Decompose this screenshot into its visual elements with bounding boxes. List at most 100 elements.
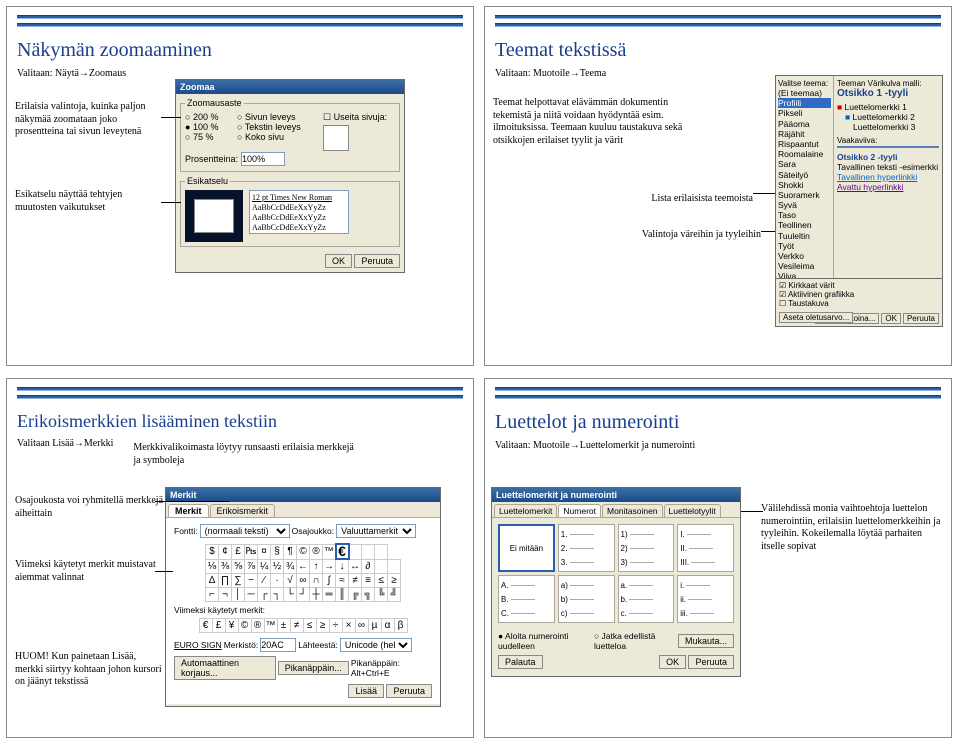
symbol-cell[interactable]: [375, 544, 388, 559]
from-select[interactable]: Unicode (heksa): [340, 638, 412, 652]
btn-customize[interactable]: Mukauta...: [678, 634, 734, 648]
numbering-cell[interactable]: I. II. III.: [677, 524, 734, 572]
symbol-cell[interactable]: ┼: [310, 588, 323, 602]
symbol-cell[interactable]: ←: [297, 559, 310, 574]
symbol-cell[interactable]: ¢: [219, 544, 232, 559]
symbol-cell[interactable]: ®: [310, 544, 323, 559]
theme-item[interactable]: Shokki: [778, 180, 831, 190]
symbol-cell[interactable]: ┘: [297, 588, 310, 602]
cancel-button[interactable]: Peruuta: [688, 655, 734, 669]
subset-select[interactable]: Valuuttamerkit: [336, 524, 416, 538]
zoom-page-width[interactable]: Sivun leveys: [237, 112, 317, 122]
symbol-cell[interactable]: ∕: [258, 574, 271, 588]
symbol-cell[interactable]: ↑: [310, 559, 323, 574]
numbering-cell[interactable]: A. B. C.: [498, 575, 555, 623]
recent-symbol-cell[interactable]: β: [394, 619, 407, 633]
symbol-cell[interactable]: €: [336, 544, 349, 559]
recent-symbol-cell[interactable]: ¥: [225, 619, 238, 633]
symbol-cell[interactable]: ═: [323, 588, 336, 602]
recent-symbol-cell[interactable]: ÷: [329, 619, 342, 633]
theme-item[interactable]: Syvä: [778, 200, 831, 210]
symbol-cell[interactable]: [362, 544, 375, 559]
symbol-cell[interactable]: ⅞: [245, 559, 258, 574]
btn-autocorrect[interactable]: Automaattinen korjaus...: [174, 656, 276, 680]
symbol-cell[interactable]: §: [271, 544, 284, 559]
theme-item[interactable]: Rispaantut: [778, 139, 831, 149]
symbol-cell[interactable]: ╝: [388, 588, 401, 602]
theme-item[interactable]: Verkko: [778, 251, 831, 261]
numbering-cell[interactable]: a) b) c): [558, 575, 615, 623]
symbol-cell[interactable]: ∩: [310, 574, 323, 588]
symbol-cell[interactable]: ║: [336, 588, 349, 602]
theme-item[interactable]: Profiili: [778, 98, 831, 108]
theme-item[interactable]: Teollinen: [778, 220, 831, 230]
symbol-cell[interactable]: ⅜: [219, 559, 232, 574]
symbol-cell[interactable]: [349, 544, 362, 559]
zoom-200[interactable]: 200 %: [185, 112, 231, 122]
theme-item[interactable]: Roomalaine: [778, 149, 831, 159]
recent-symbol-cell[interactable]: ×: [342, 619, 355, 633]
tab-symbols[interactable]: Merkit: [168, 504, 209, 517]
symbol-cell[interactable]: ┌: [258, 588, 271, 602]
symbol-cell[interactable]: ¼: [258, 559, 271, 574]
opt-restart[interactable]: Aloita numerointi uudelleen: [498, 631, 568, 651]
percent-input[interactable]: [241, 152, 285, 166]
theme-item[interactable]: Suoramerk: [778, 190, 831, 200]
symbol-cell[interactable]: ½: [271, 559, 284, 574]
symbol-cell[interactable]: ─: [245, 588, 258, 602]
symbol-cell[interactable]: ╚: [375, 588, 388, 602]
symbol-cell[interactable]: →: [323, 559, 336, 574]
numbering-cell[interactable]: 1) 2) 3): [618, 524, 675, 572]
symbol-cell[interactable]: └: [284, 588, 297, 602]
symbol-cell[interactable]: ⅝: [232, 559, 245, 574]
theme-item[interactable]: Pikseli: [778, 108, 831, 118]
theme-item[interactable]: Sara: [778, 159, 831, 169]
theme-item[interactable]: Räjähit: [778, 129, 831, 139]
symbol-grid[interactable]: $¢£₧¤§¶©®™€⅛⅜⅝⅞¼½¾←↑→↓↔∂∆∏∑−∕·√∞∩∫≈≠≡≤≥⌐…: [205, 543, 401, 602]
symbol-cell[interactable]: ₧: [245, 544, 258, 559]
ok-button[interactable]: OK: [881, 313, 901, 324]
btn-reset[interactable]: Palauta: [498, 655, 543, 669]
symbol-cell[interactable]: ∞: [297, 574, 310, 588]
recent-symbol-cell[interactable]: ™: [264, 619, 277, 633]
theme-item[interactable]: Säteilyö: [778, 170, 831, 180]
recent-symbol-cell[interactable]: £: [212, 619, 225, 633]
symbol-cell[interactable]: −: [245, 574, 258, 588]
zoom-whole-page[interactable]: Koko sivu: [237, 132, 317, 142]
theme-item[interactable]: Tuuleltin: [778, 231, 831, 241]
symbol-cell[interactable]: ∂: [362, 559, 375, 574]
theme-item[interactable]: Vesileima: [778, 261, 831, 271]
symbol-cell[interactable]: ∏: [219, 574, 232, 588]
chk-background[interactable]: Taustakuva: [779, 299, 939, 308]
tab-numbers[interactable]: Numerot: [558, 504, 601, 517]
symbol-cell[interactable]: ·: [271, 574, 284, 588]
symbol-cell[interactable]: ¾: [284, 559, 297, 574]
chk-active-graphics[interactable]: Aktiivinen grafiikka: [779, 290, 939, 299]
tab-bullets[interactable]: Luettelomerkit: [494, 504, 557, 517]
zoom-100[interactable]: 100 %: [185, 122, 231, 132]
recent-symbol-cell[interactable]: ©: [238, 619, 251, 633]
symbol-cell[interactable]: ╔: [349, 588, 362, 602]
symbol-cell[interactable]: ≠: [349, 574, 362, 588]
theme-item[interactable]: (Ei teemaa): [778, 88, 831, 98]
recent-symbol-cell[interactable]: ≠: [290, 619, 303, 633]
recent-symbol-cell[interactable]: µ: [368, 619, 381, 633]
symbol-cell[interactable]: ⅛: [206, 559, 219, 574]
cancel-button[interactable]: Peruuta: [354, 254, 400, 268]
opt-continue[interactable]: Jatka edellistä luetteloa: [594, 631, 655, 651]
ok-button[interactable]: OK: [659, 655, 686, 669]
numbering-cell[interactable]: i. ii. iii.: [677, 575, 734, 623]
symbol-cell[interactable]: ↓: [336, 559, 349, 574]
symbol-cell[interactable]: ©: [297, 544, 310, 559]
theme-item[interactable]: Työt: [778, 241, 831, 251]
recent-symbol-cell[interactable]: ∞: [355, 619, 368, 633]
symbol-cell[interactable]: ™: [323, 544, 336, 559]
tab-list-styles[interactable]: Luettelotyylit: [664, 504, 721, 517]
btn-shortcut[interactable]: Pikanäppäin...: [278, 661, 349, 675]
recent-symbol-cell[interactable]: ®: [251, 619, 264, 633]
symbol-cell[interactable]: $: [206, 544, 219, 559]
zoom-many-pages[interactable]: Useita sivuja:: [323, 112, 387, 123]
zoom-text-width[interactable]: Tekstin leveys: [237, 122, 317, 132]
recent-symbol-cell[interactable]: ≥: [316, 619, 329, 633]
recent-symbol-cell[interactable]: ≤: [303, 619, 316, 633]
